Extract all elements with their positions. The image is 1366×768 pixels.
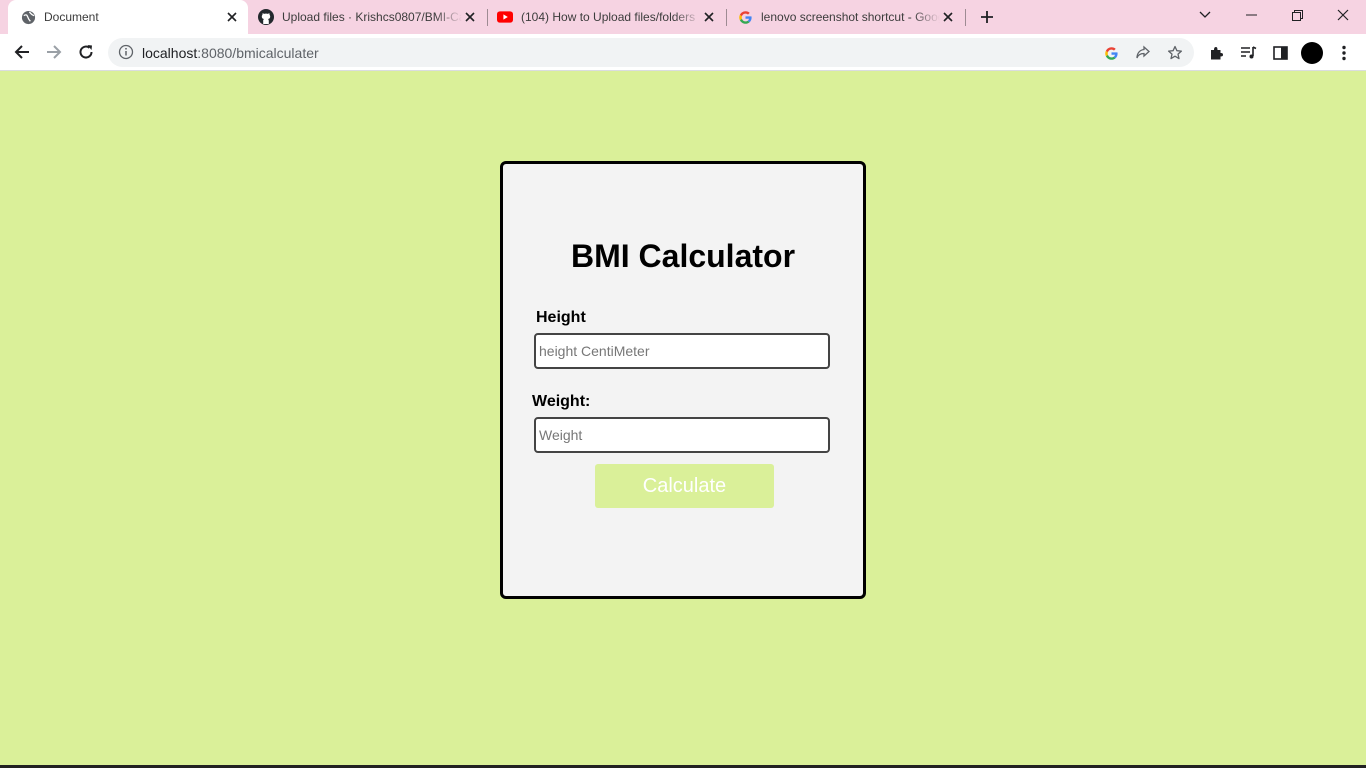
youtube-icon (497, 9, 513, 25)
back-button[interactable] (8, 38, 36, 66)
close-window-button[interactable] (1320, 0, 1366, 30)
close-icon[interactable] (224, 9, 240, 25)
minimize-button[interactable] (1228, 0, 1274, 30)
tab-document[interactable]: Document (8, 0, 248, 34)
close-icon[interactable] (462, 9, 478, 25)
url-path: :8080/bmicalculater (197, 45, 319, 61)
menu-kebab-icon[interactable] (1334, 43, 1354, 63)
google-lens-icon[interactable] (1102, 44, 1120, 62)
tab-title: lenovo screenshot shortcut - Google Sear… (761, 10, 940, 24)
tab-separator (965, 9, 966, 26)
height-label: Height (536, 309, 586, 326)
forward-button[interactable] (40, 38, 68, 66)
tab-github[interactable]: Upload files · Krishcs0807/BMI-Calculato… (250, 0, 486, 34)
height-input[interactable] (534, 333, 830, 369)
tab-strip: Document Upload files · Krishcs0807/BMI-… (0, 0, 1366, 34)
tab-title: Upload files · Krishcs0807/BMI-Calculato… (282, 10, 462, 24)
close-icon[interactable] (701, 9, 717, 25)
info-icon[interactable] (118, 44, 134, 60)
bookmark-star-icon[interactable] (1166, 44, 1184, 62)
side-panel-icon[interactable] (1270, 43, 1290, 63)
close-icon[interactable] (940, 9, 956, 25)
restore-button[interactable] (1274, 0, 1320, 30)
tab-title: (104) How to Upload files/folders (521, 10, 696, 24)
page-title: BMI Calculator (570, 238, 796, 274)
weight-label: Weight: (532, 393, 591, 410)
url-host: localhost (142, 45, 198, 61)
tab-separator (726, 9, 727, 26)
bmi-card: BMI Calculator Height Weight: Calculate (500, 161, 866, 599)
weight-input[interactable] (534, 417, 830, 453)
share-icon[interactable] (1134, 44, 1152, 62)
calculate-button[interactable]: Calculate (595, 464, 774, 508)
extensions-icon[interactable] (1206, 43, 1226, 63)
tab-google[interactable]: lenovo screenshot shortcut - Google Sear… (728, 0, 964, 34)
new-tab-button[interactable] (976, 6, 998, 28)
google-icon (737, 9, 753, 25)
address-bar[interactable]: localhost:8080/bmicalculater (108, 38, 1194, 67)
globe-icon (20, 9, 36, 25)
tab-search-button[interactable] (1182, 0, 1228, 30)
reload-button[interactable] (72, 38, 100, 66)
tab-separator (487, 9, 488, 26)
tab-title: Document (44, 10, 99, 24)
tab-youtube[interactable]: (104) How to Upload files/folders (489, 0, 725, 34)
browser-toolbar: localhost:8080/bmicalculater (0, 34, 1366, 71)
url-text: localhost:8080/bmicalculater (142, 45, 319, 61)
github-icon (258, 9, 274, 25)
media-control-icon[interactable] (1238, 43, 1258, 63)
profile-avatar[interactable] (1301, 42, 1323, 64)
